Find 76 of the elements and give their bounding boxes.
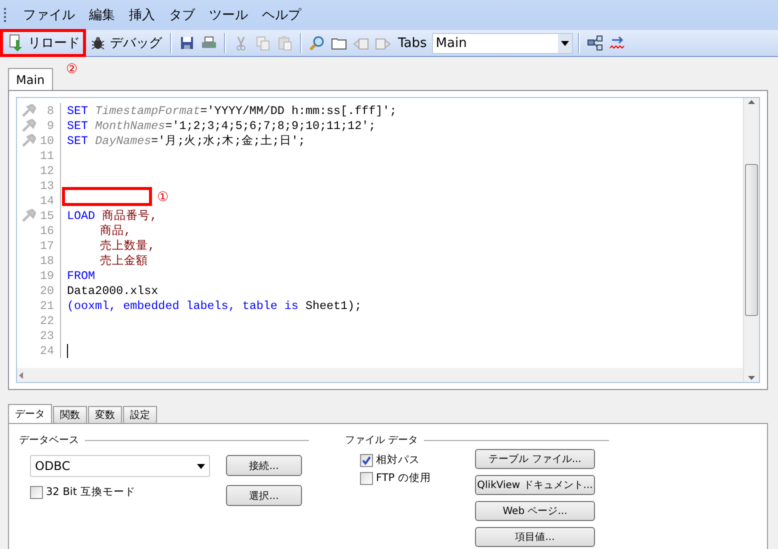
line-number: 10 bbox=[40, 134, 54, 148]
code-line: 売上金額 bbox=[99, 253, 148, 268]
group-title: ファイル データ bbox=[345, 434, 418, 447]
horizontal-scrollbar[interactable] bbox=[17, 368, 743, 382]
panel-tab[interactable]: 変数 bbox=[88, 406, 122, 423]
line-number: 8 bbox=[46, 104, 54, 118]
code-line: SET TimestampFormat='YYYY/MM/DD h:mm:ss[.fff]'; bbox=[66, 104, 397, 118]
menu-item[interactable]: タブ bbox=[162, 6, 202, 24]
menu-item[interactable]: ヘルプ bbox=[255, 6, 308, 24]
line-number: 19 bbox=[40, 268, 54, 282]
file-data-button[interactable]: 項目値... bbox=[475, 527, 595, 547]
panel-tab[interactable]: 設定 bbox=[123, 406, 157, 423]
search-icon[interactable] bbox=[309, 35, 325, 51]
code-line: (ooxml, embedded labels, table is Sheet1); bbox=[66, 298, 362, 312]
tabs-dropdown[interactable]: Main bbox=[432, 32, 573, 54]
select-button[interactable]: 選択... bbox=[226, 485, 302, 506]
table-links-icon[interactable] bbox=[586, 35, 603, 51]
debug-button[interactable]: デバッグ bbox=[85, 32, 165, 54]
menu-item[interactable]: ファイル bbox=[16, 6, 82, 24]
file-data-button[interactable]: テーブル ファイル... bbox=[475, 449, 595, 469]
line-number: 17 bbox=[40, 238, 54, 252]
line-number: 9 bbox=[46, 118, 54, 132]
line-number: 18 bbox=[40, 254, 54, 268]
line-number: 22 bbox=[40, 314, 54, 328]
checkbox[interactable] bbox=[360, 472, 373, 484]
printer-icon[interactable] bbox=[201, 35, 217, 51]
code-line: Data2000.xlsx bbox=[66, 284, 158, 298]
code-line: FROM bbox=[66, 268, 96, 282]
scroll-up-icon[interactable] bbox=[746, 98, 757, 106]
line-number: 24 bbox=[40, 344, 54, 358]
dropdown-arrow-icon bbox=[197, 464, 205, 468]
line-number: 20 bbox=[40, 284, 54, 298]
line-number: 23 bbox=[40, 328, 54, 342]
code-line: SET MonthNames='1;2;3;4;5;6;7;8;9;10;11;12'; bbox=[66, 118, 376, 132]
panel-tab[interactable]: 関数 bbox=[53, 406, 87, 423]
group-title: データベース bbox=[19, 434, 79, 447]
menu-item[interactable]: ツール bbox=[202, 6, 255, 24]
callout-number: ① bbox=[157, 190, 169, 205]
script-editor[interactable] bbox=[16, 97, 760, 383]
code-line: LOAD 商品番号, bbox=[66, 208, 158, 223]
database-dropdown[interactable]: ODBC bbox=[30, 455, 210, 477]
checkbox[interactable] bbox=[30, 486, 43, 498]
document-arrow-icon bbox=[8, 34, 24, 52]
vertical-scrollbar[interactable] bbox=[743, 98, 759, 382]
panel-tab[interactable]: データ bbox=[8, 404, 52, 423]
paste-icon[interactable] bbox=[277, 35, 293, 51]
save-icon[interactable] bbox=[179, 35, 195, 51]
line-number: 13 bbox=[40, 178, 54, 192]
callout-number: ② bbox=[66, 62, 78, 77]
scroll-thumb[interactable] bbox=[745, 164, 758, 316]
line-number: 16 bbox=[40, 224, 54, 238]
syntax-check-icon[interactable] bbox=[608, 35, 625, 51]
file-data-button[interactable]: Web ページ... bbox=[475, 501, 595, 521]
editor-tab[interactable]: Main bbox=[8, 68, 53, 90]
scroll-down-icon[interactable] bbox=[746, 374, 757, 382]
menu-item[interactable]: 編集 bbox=[82, 6, 122, 24]
line-number: 15 bbox=[40, 208, 54, 222]
code-line: SET DayNames='月;火;水;木;金;土;日'; bbox=[66, 133, 306, 148]
checkbox-label: 相対パス bbox=[376, 453, 420, 467]
line-number: 14 bbox=[40, 194, 54, 208]
line-number: 11 bbox=[40, 148, 54, 162]
checkbox[interactable] bbox=[360, 454, 373, 466]
reload-button[interactable]: リロード bbox=[3, 32, 83, 54]
menu-item[interactable]: 挿入 bbox=[122, 6, 162, 24]
bug-icon bbox=[90, 35, 106, 51]
tabs-label: Tabs bbox=[398, 36, 427, 50]
connect-button[interactable]: 接続... bbox=[226, 455, 302, 476]
file-data-button[interactable]: QlikView ドキュメント... bbox=[475, 475, 595, 495]
scroll-left-icon[interactable] bbox=[17, 370, 25, 380]
code-line: 商品, bbox=[99, 223, 132, 238]
code-line: 売上数量, bbox=[99, 238, 156, 253]
line-number: 12 bbox=[40, 164, 54, 178]
dropdown-arrow-icon bbox=[560, 40, 569, 46]
checkbox-label: 32 Bit 互換モード bbox=[46, 485, 136, 499]
line-number: 21 bbox=[40, 298, 54, 312]
checkbox-label: FTP の使用 bbox=[376, 471, 431, 485]
